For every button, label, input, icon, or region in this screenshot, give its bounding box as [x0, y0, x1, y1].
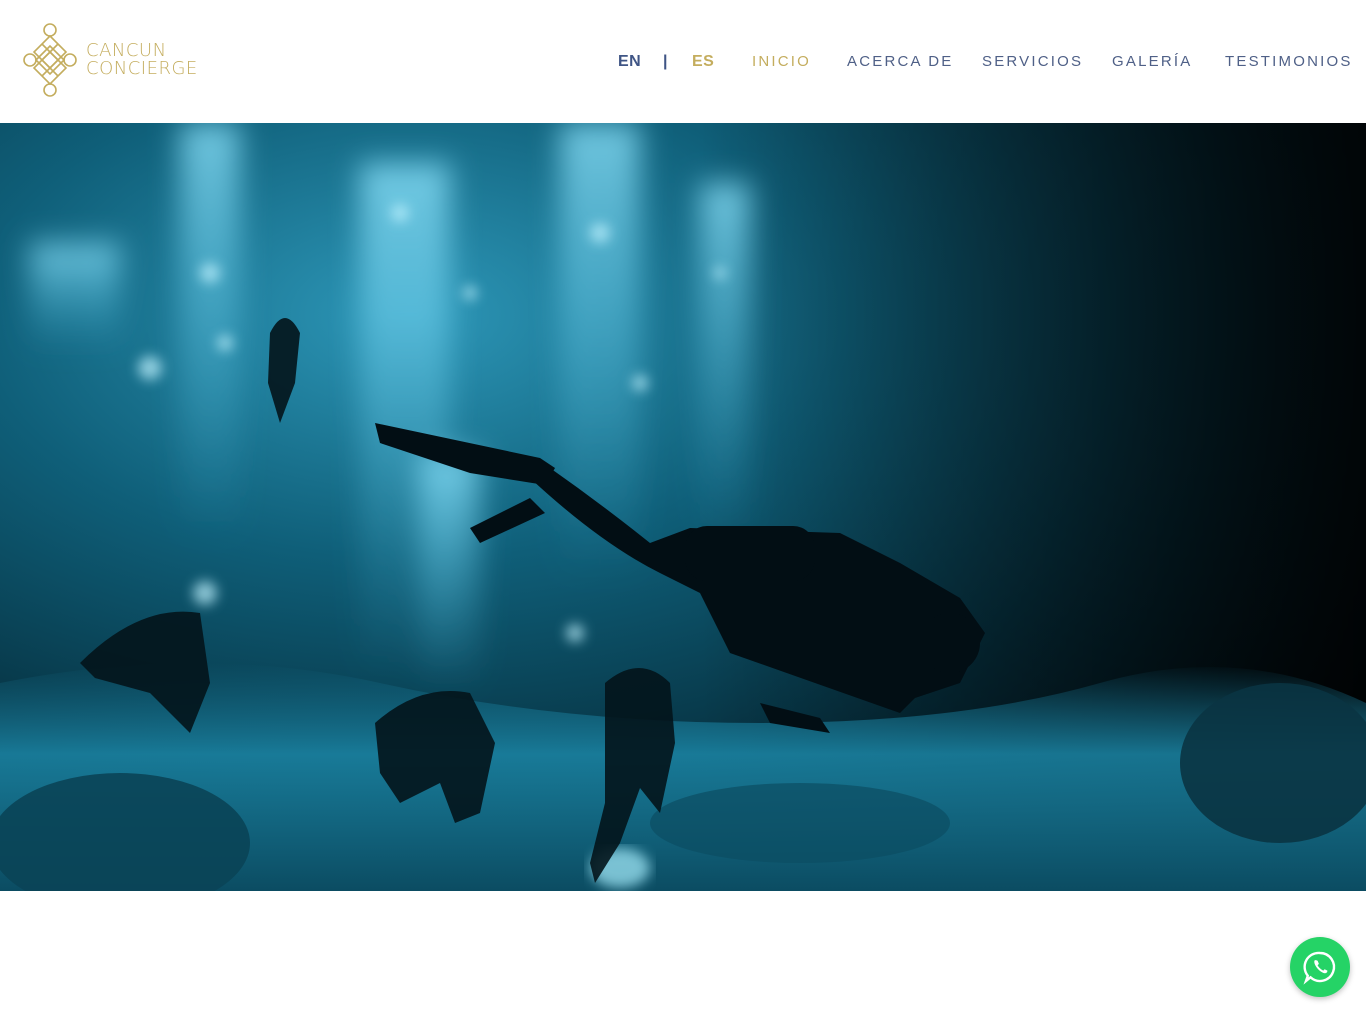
- whatsapp-button[interactable]: [1290, 937, 1350, 997]
- whatsapp-icon: [1303, 951, 1336, 985]
- nav-item-acerca-de[interactable]: ACERCA DE: [847, 50, 954, 74]
- hero-video: [0, 123, 1366, 891]
- underwater-divers-scene: [0, 123, 1366, 891]
- nav-item-servicios[interactable]: SERVICIOS: [982, 50, 1083, 74]
- nav-item-inicio[interactable]: INICIO: [752, 50, 811, 74]
- lang-separator: |: [663, 53, 670, 70]
- nav-item-testimonios[interactable]: TESTIMONIOS: [1225, 50, 1353, 74]
- nav-item-galeria[interactable]: GALERÍA: [1112, 50, 1192, 74]
- site-header: CANCUN CONCIERGE EN | ES INICIO ACERCA D…: [0, 0, 1366, 123]
- lang-es-link[interactable]: ES: [692, 50, 714, 74]
- main-nav: EN | ES INICIO ACERCA DE SERVICIOS GALER…: [0, 50, 1366, 74]
- lang-en-link[interactable]: EN: [618, 50, 641, 74]
